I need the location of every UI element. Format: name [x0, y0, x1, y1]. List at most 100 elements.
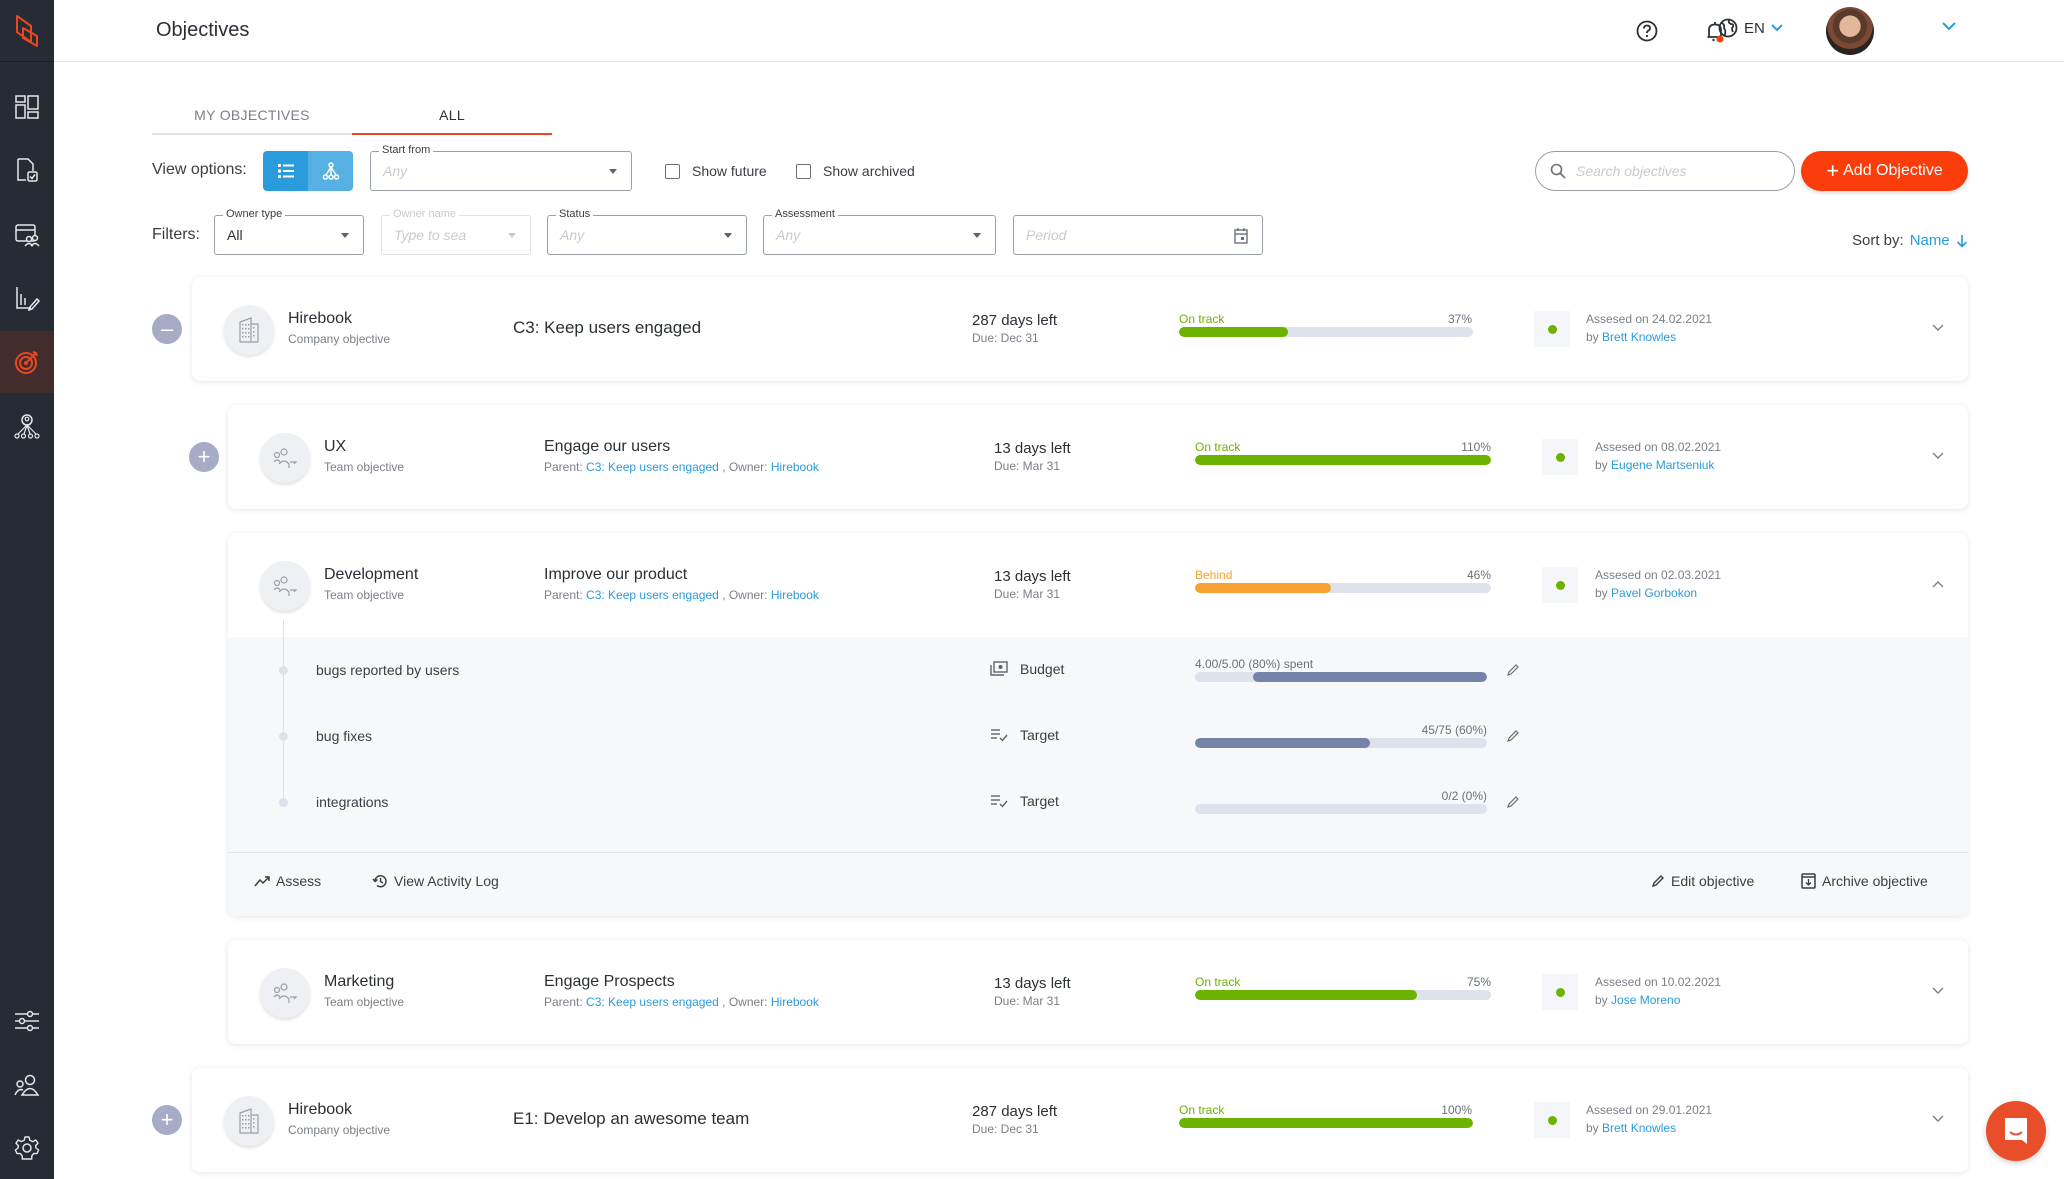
- sidebar-item-people[interactable]: [0, 1054, 54, 1116]
- assessment-indicator[interactable]: [1542, 439, 1578, 475]
- checkbox-box[interactable]: [796, 163, 811, 179]
- start-from-select[interactable]: Start from Any: [370, 144, 632, 191]
- parent-owner-link[interactable]: Hirebook: [771, 460, 819, 474]
- by-prefix: by: [1586, 330, 1599, 344]
- tree-view-button[interactable]: [308, 151, 353, 191]
- user-menu-chevron-icon[interactable]: [1942, 22, 1956, 31]
- archive-objective-button[interactable]: Archive objective: [1801, 873, 1928, 889]
- key-result-name[interactable]: bug fixes: [316, 728, 372, 744]
- owner-name[interactable]: Marketing: [324, 973, 394, 991]
- progress-percent: 100%: [1441, 1103, 1472, 1117]
- add-objective-button[interactable]: + Add Objective: [1801, 151, 1968, 191]
- view-activity-log-button[interactable]: View Activity Log: [372, 873, 499, 889]
- assessed-date: Assesed on 24.02.2021: [1586, 312, 1713, 326]
- arrow-down-icon[interactable]: [1956, 234, 1968, 248]
- key-result-name[interactable]: integrations: [316, 794, 388, 810]
- owner-type-select[interactable]: Owner type All: [214, 208, 364, 255]
- parent-prefix: Parent:: [544, 588, 583, 602]
- show-future-checkbox[interactable]: Show future: [665, 163, 767, 179]
- assessment-indicator[interactable]: [1542, 567, 1578, 603]
- assessor-link[interactable]: Jose Moreno: [1611, 993, 1680, 1007]
- sidebar-item-meetings[interactable]: [0, 203, 54, 265]
- edit-pencil-icon[interactable]: [1506, 795, 1520, 809]
- sidebar-item-preferences[interactable]: [0, 990, 54, 1052]
- edit-objective-button[interactable]: Edit objective: [1651, 873, 1754, 889]
- objective-title[interactable]: Improve our product: [544, 566, 687, 584]
- key-result-progress-label: 4.00/5.00 (80%) spent: [1195, 657, 1314, 671]
- owner-name[interactable]: Development: [324, 566, 418, 584]
- expand-button[interactable]: +: [152, 1105, 182, 1135]
- parent-owner-link[interactable]: Hirebook: [771, 995, 819, 1009]
- by-prefix: by: [1595, 993, 1608, 1007]
- sidebar-item-org-chart[interactable]: [0, 395, 54, 457]
- objective-title[interactable]: Engage our users: [544, 438, 670, 456]
- objective-card[interactable]: Marketing Team objective Engage Prospect…: [228, 940, 1968, 1044]
- owner-name[interactable]: UX: [324, 438, 346, 456]
- assessment-indicator[interactable]: [1542, 974, 1578, 1010]
- objective-title[interactable]: E1: Develop an awesome team: [513, 1109, 749, 1129]
- checkbox-box[interactable]: [665, 163, 680, 179]
- search-input[interactable]: [1576, 163, 1776, 179]
- sidebar-item-settings[interactable]: [0, 1117, 54, 1179]
- show-archived-checkbox[interactable]: Show archived: [796, 163, 915, 179]
- collapse-button[interactable]: –: [152, 314, 182, 344]
- period-picker[interactable]: Period: [1013, 215, 1263, 255]
- team-avatar: [260, 561, 310, 611]
- objective-title[interactable]: C3: Keep users engaged: [513, 318, 701, 338]
- status-label: On track: [1195, 975, 1241, 989]
- key-result-type: Target: [990, 793, 1059, 809]
- edit-pencil-icon[interactable]: [1506, 663, 1520, 677]
- assessor-link[interactable]: Brett Knowles: [1602, 1121, 1676, 1135]
- parent-link[interactable]: C3: Keep users engaged: [586, 460, 719, 474]
- help-button[interactable]: [1634, 18, 1660, 44]
- chevron-down-icon[interactable]: [1932, 1115, 1944, 1123]
- assessed-date: Assesed on 08.02.2021: [1595, 440, 1722, 454]
- tab-all[interactable]: ALL: [352, 100, 552, 135]
- chevron-up-icon[interactable]: [1932, 580, 1944, 588]
- assessment-indicator[interactable]: [1534, 1102, 1570, 1138]
- assessed-date: Assesed on 10.02.2021: [1595, 975, 1722, 989]
- expand-button[interactable]: +: [189, 442, 219, 472]
- user-avatar[interactable]: [1826, 7, 1874, 55]
- tab-my-objectives[interactable]: MY OBJECTIVES: [152, 100, 352, 135]
- chevron-down-icon[interactable]: [1932, 987, 1944, 995]
- building-icon: [239, 317, 259, 343]
- chevron-down-icon[interactable]: [1932, 452, 1944, 460]
- objective-card[interactable]: UX Team objective Engage our users Paren…: [228, 405, 1968, 509]
- sidebar-item-reports[interactable]: [0, 267, 54, 329]
- parent-link[interactable]: C3: Keep users engaged: [586, 588, 719, 602]
- language-selector[interactable]: EN: [1718, 18, 1783, 38]
- assessor-link[interactable]: Pavel Gorbokon: [1611, 586, 1697, 600]
- assessment-indicator[interactable]: [1534, 311, 1570, 347]
- assessor-link[interactable]: Brett Knowles: [1602, 330, 1676, 344]
- plus-icon: +: [197, 444, 211, 469]
- objective-card[interactable]: Hirebook Company objective E1: Develop a…: [192, 1068, 1968, 1172]
- assessment-select[interactable]: Assessment Any: [763, 208, 996, 255]
- parent-link[interactable]: C3: Keep users engaged: [586, 995, 719, 1009]
- status-select[interactable]: Status Any: [547, 208, 747, 255]
- assessor-link[interactable]: Eugene Martseniuk: [1611, 458, 1714, 472]
- objective-title[interactable]: Engage Prospects: [544, 973, 675, 991]
- status-label: Status: [556, 208, 594, 220]
- edit-pencil-icon[interactable]: [1506, 729, 1520, 743]
- by-prefix: by: [1595, 586, 1608, 600]
- sort-value[interactable]: Name: [1910, 232, 1950, 249]
- chat-widget-button[interactable]: [1986, 1101, 2046, 1161]
- owner-name[interactable]: Hirebook: [288, 310, 352, 328]
- search-field[interactable]: [1535, 151, 1795, 191]
- gear-icon: [14, 1136, 40, 1160]
- sidebar-item-reviews[interactable]: [0, 139, 54, 201]
- progress-fill: [1195, 583, 1332, 593]
- globe-icon: [1718, 18, 1738, 38]
- owner-name[interactable]: Hirebook: [288, 1101, 352, 1119]
- app-logo[interactable]: [0, 0, 54, 62]
- assess-button[interactable]: Assess: [254, 873, 321, 889]
- sidebar-item-objectives[interactable]: [0, 331, 54, 393]
- parent-owner-link[interactable]: Hirebook: [771, 588, 819, 602]
- owner-name-select[interactable]: Owner name Type to sea: [381, 208, 531, 255]
- objective-card[interactable]: Hirebook Company objective C3: Keep user…: [192, 277, 1968, 381]
- list-view-button[interactable]: [263, 151, 308, 191]
- sidebar-item-dashboard[interactable]: [0, 76, 54, 138]
- key-result-name[interactable]: bugs reported by users: [316, 662, 459, 678]
- chevron-down-icon[interactable]: [1932, 324, 1944, 332]
